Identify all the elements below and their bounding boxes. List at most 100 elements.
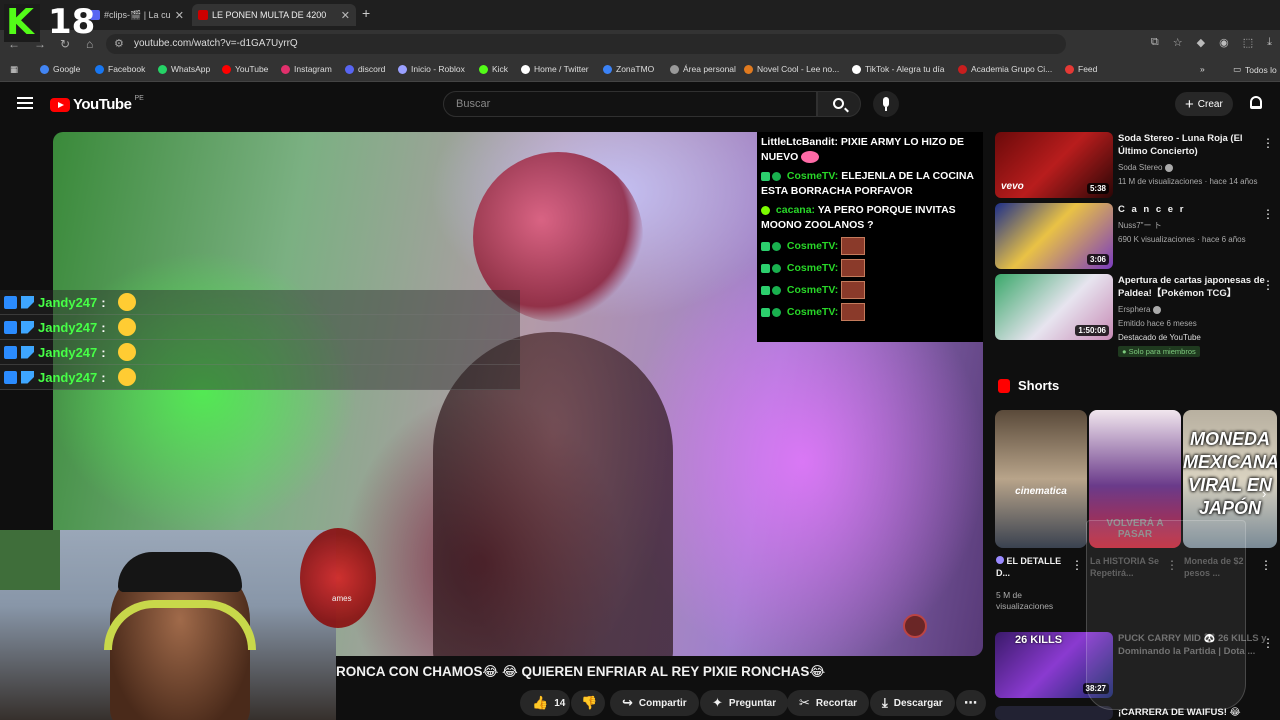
bookmark-tiktok[interactable]: TikTok - Alegra tu día [852, 64, 945, 74]
vip-badge-icon [21, 320, 34, 334]
chevron-right-icon[interactable]: › [1262, 486, 1266, 501]
like-button[interactable]: 👍 14 [520, 690, 570, 716]
youtube-icon [222, 64, 231, 74]
more-vertical-icon[interactable]: ⋮ [1262, 636, 1274, 650]
chat-message: CosmeTV: [761, 259, 979, 277]
chat-username: CosmeTV: [786, 283, 839, 296]
recommended-video[interactable]: 3:06 C a n c e r Nuss7"ー ト 690 K visuali… [995, 203, 1280, 269]
video-thumbnail[interactable]: 3:06 [995, 203, 1113, 269]
vip-badge-icon [21, 345, 34, 359]
chat-message: CosmeTV: ELEJENLA DE LA COCINA ESTA BORR… [761, 169, 979, 199]
bookmark-discord[interactable]: discord [345, 64, 385, 74]
create-button[interactable]: + Crear [1175, 92, 1233, 116]
voice-search-mic-icon[interactable] [873, 91, 899, 117]
bookmark-kick[interactable]: Kick [479, 64, 508, 74]
bookmark-novel-cool[interactable]: Novel Cool - Lee no... [744, 64, 839, 74]
close-tab-icon[interactable]: ✕ [341, 9, 350, 22]
recommended-video[interactable]: 1:50:06 Apertura de cartas japonesas de … [995, 274, 1280, 364]
more-vertical-icon[interactable]: ⋮ [1071, 558, 1083, 572]
tiktok-icon [852, 64, 861, 74]
novel-cool-icon [744, 64, 753, 74]
channel-label: Soda Stereo [1118, 163, 1163, 172]
search-icon [833, 98, 844, 109]
bookmark-label: Google [53, 64, 81, 74]
apps-grid-icon[interactable]: ▦ [10, 64, 18, 75]
chat-username: LittleLtcBandit: [761, 136, 838, 148]
all-bookmarks-folder[interactable]: ▭ Todos lo [1233, 64, 1277, 75]
search-input[interactable]: Buscar [443, 91, 817, 117]
shorts-icon [998, 378, 1010, 393]
bookmark-zonatmo[interactable]: ZonaTMO [603, 64, 654, 74]
download-button[interactable]: ⤓ Descargar [870, 690, 955, 716]
download-label: Descargar [893, 697, 943, 709]
bookmark-whatsapp[interactable]: WhatsApp [158, 64, 210, 74]
new-tab-button[interactable]: + [362, 5, 370, 21]
tab-youtube-video[interactable]: LE PONEN MULTA DE 4200 ✕ [192, 4, 356, 26]
bookmark-roblox[interactable]: Inicio - Roblox [398, 64, 465, 74]
video-title[interactable]: Apertura de cartas japonesas de Paldea!【… [1118, 274, 1268, 300]
channel-name[interactable]: Soda Stereo [1118, 162, 1173, 173]
channel-label: Ersphera [1118, 305, 1151, 314]
more-vertical-icon[interactable]: ⋮ [1262, 207, 1274, 221]
share-icon: ↪ [622, 695, 633, 710]
extensions-puzzle-icon[interactable]: ⬚ [1243, 36, 1253, 49]
extension-icon[interactable]: ◆ [1197, 36, 1205, 49]
video-thumbnail[interactable] [995, 706, 1113, 720]
recommended-video[interactable]: vevo 5:38 Soda Stereo - Luna Roja (El Úl… [995, 132, 1280, 198]
video-thumbnail[interactable]: vevo 5:38 [995, 132, 1113, 198]
emote-icon [117, 293, 136, 311]
bookmark-facebook[interactable]: Facebook [95, 64, 145, 74]
youtube-wordmark: YouTube [73, 96, 132, 113]
star-icon[interactable]: ☆ [1173, 36, 1183, 49]
search-button[interactable] [817, 91, 861, 117]
download-icon[interactable]: ⤓ [1267, 36, 1272, 49]
bookmark-twitter[interactable]: Home / Twitter [521, 64, 589, 74]
tab-label: #clips-🎬 | La cu [104, 9, 171, 20]
chat-username: Jandy247 [38, 319, 98, 335]
video-thumbnail[interactable]: 1:50:06 [995, 274, 1113, 340]
channel-watermark-icon[interactable] [903, 614, 927, 638]
bookmark-label: Kick [492, 64, 509, 74]
emote-icon [841, 259, 866, 277]
close-tab-icon[interactable]: ✕ [175, 9, 184, 22]
site-info-icon[interactable]: ⚙ [114, 37, 124, 50]
bookmark-feed[interactable]: Feed [1065, 64, 1097, 74]
more-actions-button[interactable]: ⋯ [956, 690, 986, 716]
chat-username: Jandy247 [38, 294, 98, 310]
notifications-bell-icon[interactable] [1250, 96, 1262, 109]
more-vertical-icon[interactable]: ⋮ [1262, 278, 1274, 292]
academia-icon [958, 64, 967, 74]
brand-text: ames [332, 594, 352, 603]
extension-icon[interactable]: ◉ [1219, 36, 1229, 49]
tab-clips[interactable]: #clips-🎬 | La cu ✕ [84, 4, 190, 26]
more-bookmarks-icon[interactable]: » [1200, 64, 1205, 74]
more-vertical-icon[interactable]: ⋮ [1260, 558, 1272, 572]
hamburger-menu-icon[interactable] [17, 97, 33, 109]
youtube-logo[interactable]: YouTube PE [50, 95, 144, 113]
channel-name[interactable]: Nuss7"ー ト [1118, 220, 1162, 231]
bookmark-area-personal[interactable]: Área personal [670, 64, 736, 74]
roblox-icon [398, 64, 407, 74]
bookmark-label: Feed [1078, 64, 1098, 74]
ask-button[interactable]: ✦ Preguntar [700, 690, 789, 716]
video-title[interactable]: C a n c e r [1118, 203, 1268, 216]
video-duration: 5:38 [1086, 183, 1109, 194]
clip-button[interactable]: ✂ Recortar [787, 690, 870, 716]
clip-label: Recortar [815, 697, 858, 709]
url-field[interactable]: ⚙ youtube.com/watch?v=-d1GA7UyrrQ [106, 34, 1066, 54]
short-thumbnail[interactable]: cinematica [995, 410, 1087, 548]
channel-name[interactable]: Ersphera [1118, 304, 1161, 315]
vevo-logo: vevo [1001, 181, 1024, 192]
more-vertical-icon[interactable]: ⋮ [1262, 136, 1274, 150]
share-button[interactable]: ↪ Compartir [610, 690, 699, 716]
chat-username: CosmeTV: [786, 239, 839, 252]
stream-brand-logo: ames [300, 528, 376, 628]
bookmark-youtube[interactable]: YouTube [222, 64, 268, 74]
install-icon[interactable]: ⧉ [1151, 36, 1159, 49]
bookmark-google[interactable]: Google [40, 64, 80, 74]
dislike-button[interactable]: 👎 [571, 690, 605, 716]
bookmark-academia[interactable]: Academia Grupo Ci... [958, 64, 1052, 74]
short-title[interactable]: EL DETALLE D... [996, 555, 1074, 579]
bookmark-instagram[interactable]: Instagram [281, 64, 332, 74]
video-title[interactable]: Soda Stereo - Luna Roja (El Último Conci… [1118, 132, 1268, 158]
